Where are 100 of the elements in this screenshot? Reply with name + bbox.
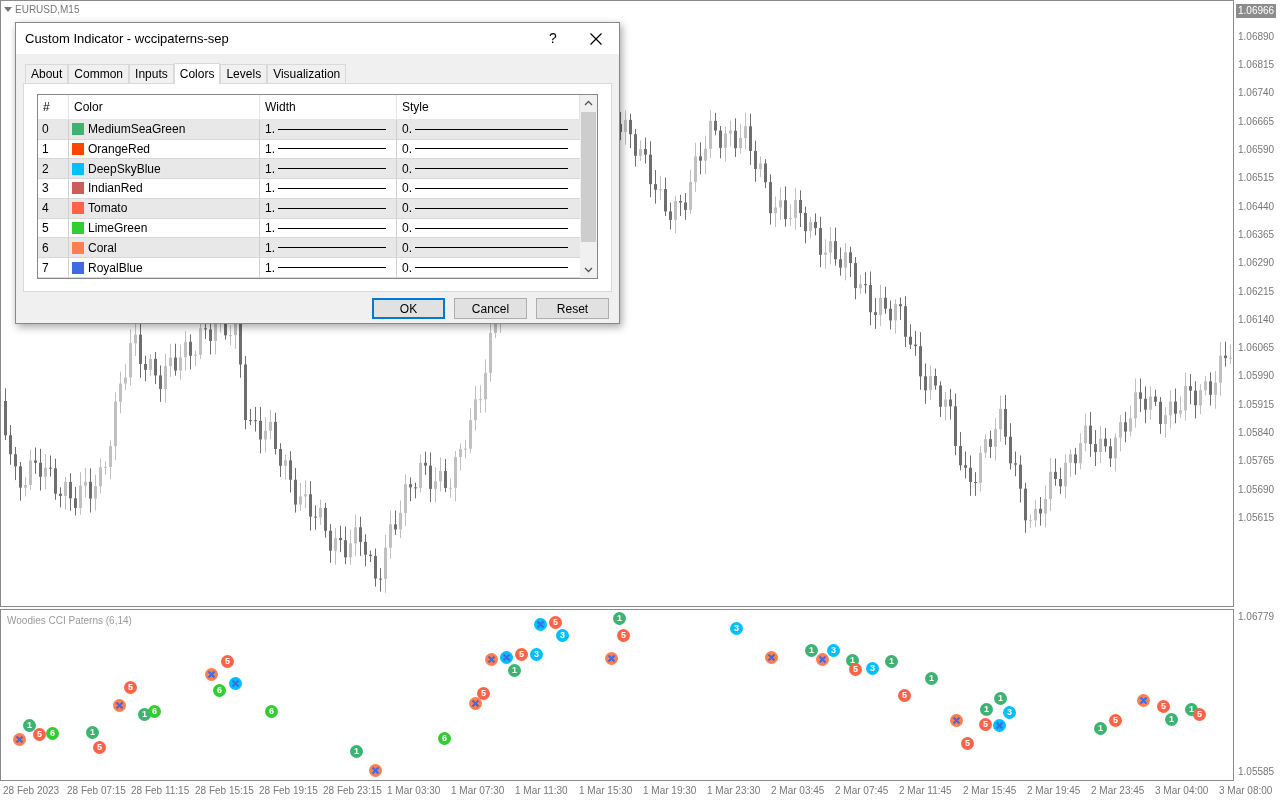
pattern-marker: 5	[1109, 714, 1122, 727]
price-axis-label: 1.05765	[1237, 454, 1276, 469]
scrollbar[interactable]	[580, 95, 597, 278]
pattern-marker: 1	[1165, 713, 1178, 726]
help-button[interactable]: ?	[533, 23, 573, 54]
pattern-marker: 3	[827, 644, 840, 657]
column-header[interactable]: Color	[69, 95, 260, 119]
table-cell-text: 0.	[402, 220, 412, 238]
table-cell-text: 0.	[402, 180, 412, 198]
pattern-marker: 5	[93, 741, 106, 754]
table-cell-text: 1.	[265, 140, 275, 158]
pattern-marker: 5	[979, 718, 992, 731]
price-axis-label: 1.05990	[1237, 369, 1276, 384]
time-axis-label: 28 Feb 19:15	[259, 784, 319, 798]
tab[interactable]: Colors	[173, 63, 221, 84]
pattern-marker: 5	[477, 687, 490, 700]
time-axis-label: 3 Mar 08:00	[1219, 784, 1274, 798]
table-cell-text: 1	[42, 140, 49, 158]
time-axis-label: 1 Mar 23:30	[707, 784, 762, 798]
table-cell-text: IndianRed	[88, 180, 143, 198]
pattern-marker: 3	[730, 622, 743, 635]
dialog-button[interactable]: Reset	[536, 298, 609, 319]
pattern-marker: 5	[33, 728, 46, 741]
table-cell-text: 0	[42, 121, 49, 139]
pattern-marker: 6	[46, 727, 59, 740]
pattern-marker: 1	[1094, 722, 1107, 735]
color-swatch[interactable]	[72, 222, 84, 235]
pattern-marker: 1	[885, 655, 898, 668]
table-cell-text: 0.	[402, 140, 412, 158]
color-swatch[interactable]	[72, 261, 84, 274]
pattern-marker: 3	[556, 629, 569, 642]
pattern-marker: 1	[994, 692, 1007, 705]
time-axis-label: 2 Mar 03:45	[771, 784, 826, 798]
pattern-marker: 1	[508, 664, 521, 677]
price-axis-label: 1.06815	[1237, 58, 1276, 73]
pattern-marker: 3	[530, 648, 543, 661]
color-swatch[interactable]	[72, 142, 84, 155]
price-axis-label: 1.05690	[1237, 482, 1276, 497]
scroll-up-icon[interactable]	[584, 100, 593, 106]
price-axis-label: 1.06215	[1237, 284, 1276, 299]
table-cell-text: OrangeRed	[88, 140, 151, 158]
time-axis-label: 1 Mar 11:30	[515, 784, 569, 798]
pattern-marker: 6	[438, 732, 451, 745]
table-cell-text: 6	[42, 239, 49, 257]
time-axis-label: 3 Mar 04:00	[1155, 784, 1210, 798]
table-cell-text: 7	[42, 259, 49, 277]
price-axis-label: 1.06515	[1237, 171, 1276, 186]
price-axis-label: 1.06065	[1237, 341, 1276, 356]
time-axis-label: 28 Feb 11:15	[131, 784, 191, 798]
indicator-scale-label: 1.06779	[1238, 610, 1276, 624]
pattern-marker: 1	[86, 726, 99, 739]
pattern-marker: 5	[221, 655, 234, 668]
pattern-marker: 6	[148, 705, 161, 718]
time-axis-label: 2 Mar 07:45	[835, 784, 890, 798]
column-header[interactable]: Width	[260, 95, 397, 119]
tab[interactable]: Levels	[220, 64, 268, 83]
pattern-marker: 6	[213, 684, 226, 697]
pattern-marker: 5	[515, 648, 528, 661]
scroll-down-icon[interactable]	[584, 267, 593, 273]
pattern-marker: 3	[866, 662, 879, 675]
dialog-title: Custom Indicator - wccipaterns-sep	[25, 29, 230, 48]
tab[interactable]: Visualization	[267, 64, 347, 83]
price-axis-label: 1.05915	[1237, 397, 1276, 412]
scrollbar-thumb[interactable]	[581, 112, 596, 242]
table-cell-text: 2	[42, 160, 49, 178]
table-cell-text: 4	[42, 200, 49, 218]
table-cell-text: 1.	[265, 220, 275, 238]
table-cell-text: MediumSeaGreen	[88, 121, 186, 139]
color-swatch[interactable]	[72, 241, 84, 254]
table-cell-text: 0.	[402, 121, 412, 139]
column-header[interactable]: #	[38, 95, 69, 119]
pattern-marker: 5	[898, 689, 911, 702]
close-icon	[590, 32, 602, 45]
price-axis-label: 1.05840	[1237, 426, 1276, 441]
table-cell-text: 3	[42, 180, 49, 198]
collapse-caret-icon[interactable]	[4, 7, 12, 12]
price-axis-label: 1.06440	[1237, 199, 1276, 214]
indicator-title: Woodies CCI Paterns (6,14)	[7, 614, 132, 628]
price-axis-label: 1.06890	[1237, 29, 1276, 44]
color-swatch[interactable]	[72, 123, 84, 136]
color-swatch[interactable]	[72, 202, 84, 215]
tab[interactable]: About	[25, 64, 69, 83]
table-cell-text: 0.	[402, 200, 412, 218]
table-cell-text: 1.	[265, 259, 275, 277]
indicator-scale-label: 1.05585	[1238, 765, 1276, 779]
dialog-button[interactable]: Cancel	[454, 298, 527, 319]
dialog-button[interactable]: OK	[372, 298, 445, 319]
tab[interactable]: Inputs	[129, 64, 174, 83]
pattern-marker: 6	[265, 705, 278, 718]
table-cell-text: 1.	[265, 180, 275, 198]
table-cell-text: DeepSkyBlue	[88, 160, 161, 178]
pattern-marker: 5	[617, 629, 630, 642]
table-cell-text: 0.	[402, 259, 412, 277]
time-axis-label: 2 Mar 19:45	[1027, 784, 1082, 798]
table-cell-text: 1.	[265, 160, 275, 178]
tab[interactable]: Common	[68, 64, 130, 83]
color-swatch[interactable]	[72, 162, 84, 175]
color-swatch[interactable]	[72, 182, 84, 195]
current-price-label: 1.06966	[1236, 4, 1277, 18]
pattern-marker: 1	[980, 703, 993, 716]
